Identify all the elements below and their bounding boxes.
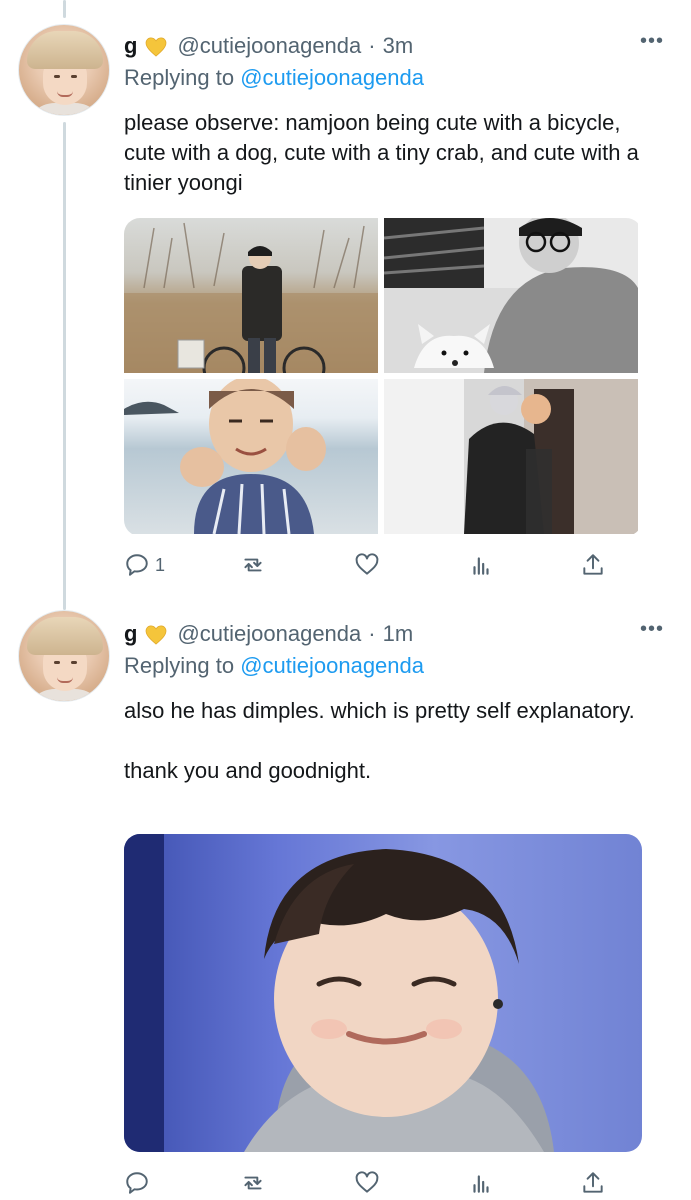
tweet-actions: 1 bbox=[124, 552, 644, 584]
photo-crab[interactable] bbox=[124, 379, 378, 534]
yellow-heart-icon bbox=[146, 625, 167, 645]
media-grid[interactable] bbox=[124, 218, 642, 536]
tweet-header: g @cutiejoonagenda · 3m ••• bbox=[124, 30, 663, 62]
retweet-button[interactable] bbox=[240, 1170, 266, 1196]
display-name[interactable]: g bbox=[124, 621, 137, 647]
replying-to: Replying to @cutiejoonagenda bbox=[124, 650, 644, 682]
retweet-icon bbox=[244, 558, 262, 572]
reply-icon bbox=[126, 554, 148, 576]
reply-button[interactable]: 1 bbox=[124, 552, 165, 578]
photo-dog[interactable] bbox=[384, 218, 638, 373]
photo-yoongi[interactable] bbox=[384, 379, 638, 534]
reply-mention-link[interactable]: @cutiejoonagenda bbox=[240, 653, 424, 678]
yellow-heart-icon bbox=[146, 37, 167, 57]
like-button[interactable] bbox=[354, 1170, 380, 1196]
tweet-1[interactable]: g @cutiejoonagenda · 3m ••• Replying to … bbox=[0, 0, 691, 600]
tweet-2[interactable]: g @cutiejoonagenda · 1m ••• Replying to … bbox=[0, 604, 691, 1200]
tweet-text: also he has dimples. which is pretty sel… bbox=[124, 698, 635, 783]
avatar[interactable] bbox=[18, 24, 110, 116]
more-icon[interactable]: ••• bbox=[640, 618, 664, 641]
display-name[interactable]: g bbox=[124, 33, 137, 59]
more-icon[interactable]: ••• bbox=[640, 30, 664, 53]
replying-to: Replying to @cutiejoonagenda bbox=[124, 62, 644, 94]
analytics-button[interactable] bbox=[468, 552, 494, 578]
share-icon bbox=[583, 554, 603, 575]
photo-bicycle[interactable] bbox=[124, 218, 378, 373]
analytics-button[interactable] bbox=[468, 1170, 494, 1196]
timestamp[interactable]: 1m bbox=[383, 621, 414, 647]
reply-count: 1 bbox=[155, 554, 166, 575]
timestamp[interactable]: 3m bbox=[383, 33, 414, 59]
tweet-actions bbox=[124, 1170, 644, 1200]
photo-dimples[interactable] bbox=[124, 834, 642, 1152]
like-icon bbox=[355, 1171, 379, 1193]
reply-button[interactable] bbox=[124, 1170, 155, 1196]
share-icon bbox=[583, 1172, 603, 1193]
retweet-button[interactable] bbox=[240, 552, 266, 578]
separator-dot: · bbox=[368, 621, 376, 646]
retweet-icon bbox=[244, 1176, 262, 1190]
reply-mention-link[interactable]: @cutiejoonagenda bbox=[240, 65, 424, 90]
tweet-text: please observe: namjoon being cute with … bbox=[124, 110, 645, 195]
user-handle[interactable]: @cutiejoonagenda bbox=[177, 621, 361, 647]
analytics-icon bbox=[473, 557, 489, 575]
like-button[interactable] bbox=[354, 552, 380, 578]
avatar[interactable] bbox=[18, 610, 110, 702]
user-handle[interactable]: @cutiejoonagenda bbox=[177, 33, 361, 59]
share-button[interactable] bbox=[580, 552, 606, 578]
reply-prefix: Replying to bbox=[124, 65, 241, 90]
analytics-icon bbox=[473, 1175, 489, 1193]
reply-prefix: Replying to bbox=[124, 653, 241, 678]
reply-icon bbox=[126, 1172, 148, 1194]
like-icon bbox=[355, 553, 379, 575]
share-button[interactable] bbox=[580, 1170, 606, 1196]
tweet-header: g @cutiejoonagenda · 1m ••• bbox=[124, 618, 663, 650]
separator-dot: · bbox=[368, 33, 376, 58]
